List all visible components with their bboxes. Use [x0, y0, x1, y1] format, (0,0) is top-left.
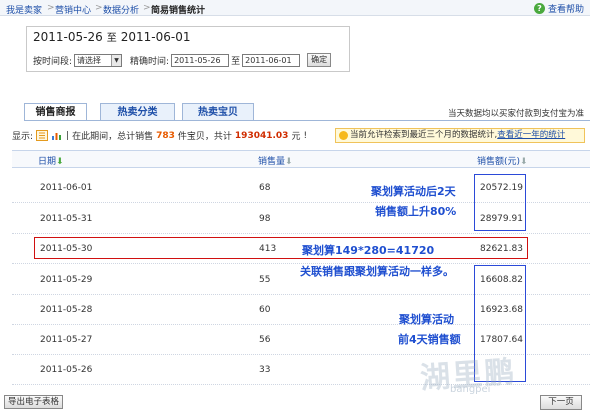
next-page-button[interactable]: 下一页 — [540, 395, 582, 410]
annotation-juhuasuan: 聚划算149*280=41720 — [302, 244, 435, 257]
summary-suffix: ! — [303, 130, 308, 141]
exact-time-label: 精确时间: — [130, 56, 170, 67]
row-date: 2011-05-31 — [40, 214, 93, 224]
column-amount[interactable]: 销售额(元)⬇ — [477, 154, 528, 167]
summary-prefix: 在此期间，总计销售 — [72, 132, 154, 142]
help-label: 查看帮助 — [547, 5, 584, 15]
row-date: 2011-05-29 — [40, 275, 93, 285]
exact-start-input[interactable]: 2011-05-26 — [171, 53, 230, 67]
breadcrumb-separator: > — [95, 3, 103, 13]
breadcrumb-item-marketing[interactable]: 营销中心 — [55, 3, 91, 16]
summary-middle: 件宝贝，共计 — [177, 132, 232, 142]
row-qty: 33 — [259, 365, 271, 375]
column-date-label: 日期 — [38, 157, 57, 167]
tab-hot-items[interactable]: 热卖宝贝 — [182, 103, 254, 121]
annotation-after-line2: 销售额上升80% — [375, 205, 457, 218]
row-date: 2011-05-28 — [40, 305, 93, 315]
period-select[interactable]: 请选择 ▼ — [74, 53, 123, 67]
watermark-sub: bangpei — [450, 384, 491, 395]
sales-summary: 显示: | 在此期间，总计销售 783 件宝贝，共计 193041.03 元! — [12, 130, 308, 142]
summary-count: 783 — [156, 130, 175, 141]
date-range-title: 2011-05-26 至 2011-06-01 — [33, 29, 191, 44]
question-icon: ? — [533, 3, 545, 14]
row-qty: 55 — [259, 275, 271, 285]
column-qty-label: 销售量 — [258, 157, 286, 167]
row-date: 2011-06-01 — [40, 183, 93, 193]
annotation-before-line2: 前4天销售额 — [398, 333, 461, 346]
annotation-after-line1: 聚划算活动后2天 — [371, 185, 456, 198]
range-end: 2011-06-01 — [120, 30, 191, 44]
view-year-link[interactable]: 查看近一年的统计 — [497, 130, 565, 140]
date-filter-form: 按时间段: 请选择 ▼ 精确时间: 2011-05-26 至 2011-06-0… — [33, 53, 332, 67]
page-title: 简易销售统计 — [151, 6, 206, 16]
confirm-button[interactable]: 确定 — [307, 53, 332, 67]
chart-view-icon[interactable] — [51, 130, 63, 141]
tab-hot-categories[interactable]: 热卖分类 — [100, 103, 175, 121]
list-view-icon[interactable] — [36, 130, 49, 141]
sort-down-icon: ⬇ — [56, 157, 64, 167]
notice-box: 当前允许检索到最近三个月的数据统计,查看近一年的统计 — [335, 128, 585, 143]
column-date[interactable]: 日期⬇ — [38, 154, 64, 167]
summary-unit: 元 — [291, 132, 301, 142]
help-link[interactable]: ? 查看帮助 — [533, 2, 584, 15]
row-qty: 98 — [259, 214, 271, 224]
row-qty: 68 — [259, 183, 271, 193]
notice-text: 当前允许检索到最近三个月的数据统计, — [350, 130, 498, 140]
sort-down-icon: ⬇ — [285, 157, 293, 167]
breadcrumb-separator: > — [143, 3, 151, 13]
row-date: 2011-05-27 — [40, 335, 93, 345]
column-qty[interactable]: 销售量⬇ — [258, 154, 293, 167]
exact-to-label: 至 — [231, 56, 241, 67]
range-to: 至 — [106, 33, 117, 44]
breadcrumb-item-analysis[interactable]: 数据分析 — [103, 3, 139, 16]
tab-underline — [24, 120, 590, 121]
breadcrumb-item-seller[interactable]: 我是卖家 — [6, 3, 42, 16]
summary-total: 193041.03 — [234, 130, 289, 141]
annotation-related-sales: 关联销售跟聚划算活动一样多。 — [300, 265, 454, 278]
period-select-value: 请选择 — [77, 55, 102, 65]
event-day-highlight-box — [34, 237, 528, 259]
range-start: 2011-05-26 — [33, 30, 103, 44]
period-label: 按时间段: — [33, 56, 73, 67]
row-qty: 56 — [259, 335, 271, 345]
chevron-down-icon: ▼ — [111, 54, 122, 66]
annotation-before-line1: 聚划算活动 — [399, 313, 454, 326]
lightbulb-icon — [339, 131, 348, 140]
breadcrumb-separator: > — [47, 3, 55, 13]
data-basis-note: 当天数据均以买家付款到支付宝为准 — [447, 109, 584, 119]
tab-sales-report[interactable]: 销售商报 — [24, 103, 87, 121]
column-amount-label: 销售额(元) — [477, 157, 521, 167]
sort-down-icon: ⬇ — [520, 157, 528, 167]
after-event-amount-box — [474, 174, 526, 231]
export-spreadsheet-button[interactable]: 导出电子表格 — [4, 395, 64, 409]
row-qty: 60 — [259, 305, 271, 315]
display-label: 显示: — [12, 132, 34, 142]
exact-end-input[interactable]: 2011-06-01 — [242, 53, 301, 67]
row-date: 2011-05-26 — [40, 365, 93, 375]
